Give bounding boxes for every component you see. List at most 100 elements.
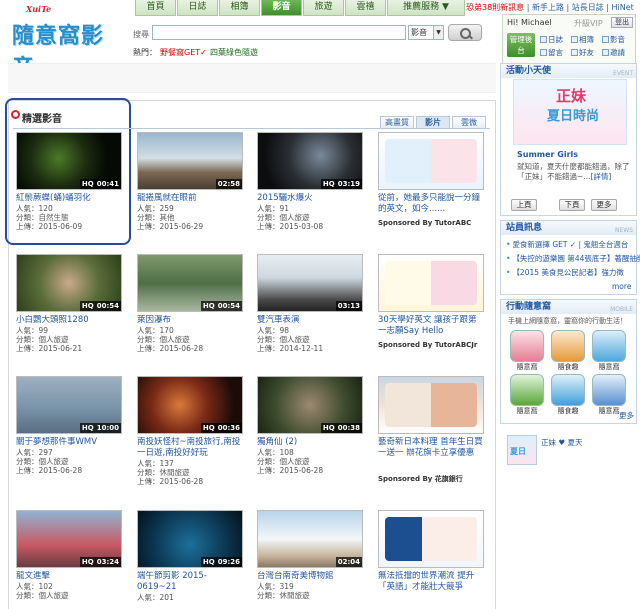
video-title[interactable]: 龍文進擊 (16, 571, 122, 582)
search-scope-value: 影音 (411, 28, 427, 37)
event-details-link[interactable]: [詳情] (590, 172, 611, 181)
video-thumbnail[interactable]: 02:58 (137, 132, 243, 190)
video-title[interactable]: 端午節剪影 2015-0619~21 (137, 571, 243, 593)
sponsored-title[interactable]: 無法抵擋的世界潮流 提升「英語」才能壯大競爭 (378, 571, 484, 593)
app-xuite-icon[interactable] (510, 374, 544, 406)
video-title[interactable]: 小白鸚大頭照1280 (16, 315, 122, 326)
teaser-link[interactable]: 正妹 ♥ 夏天 (541, 437, 583, 448)
video-card[interactable]: HQ 00:36 南投妖怪村~南投旅行,南投一日遊,南投好好玩 人氣：137 分類… (137, 376, 243, 486)
search-button[interactable] (448, 24, 482, 41)
video-card[interactable]: HQ 00:54 萊因瀑布 人氣：170 分類：個人旅遊 上傳：2015-06-2… (137, 254, 243, 353)
video-title[interactable]: 獨角仙 (2) (257, 437, 363, 448)
mobile-more-link[interactable]: 更多 (619, 410, 634, 421)
news-item[interactable]: 【失控的遊樂園 第44張底子】著醒抽獎 (506, 253, 640, 264)
nav-tab-recommended[interactable]: 推薦服務 ▼ (387, 0, 465, 16)
news-item[interactable]: 【2015 美食見公民記者】強力徵 (506, 267, 623, 278)
top-utility-links[interactable]: | 新手上路 | 站長日誌 | HiNet (527, 3, 634, 12)
video-card[interactable]: HQ 03:24 龍文進擊 人氣：102 分類：個人旅遊 (16, 510, 122, 600)
video-card[interactable]: HQ 10:00 關于夢想那件事WMV 人氣：297 分類：個人旅遊 上傳：201… (16, 376, 122, 475)
site-logo[interactable]: XuiTe 隨意窩影音 (12, 4, 122, 81)
quick-link-album[interactable]: 相簿 (571, 34, 594, 45)
quick-link-guestbook[interactable]: 留言 (540, 47, 563, 58)
nav-tab-home[interactable]: 首頁 (135, 0, 176, 16)
nav-tab-video[interactable]: 影音 (261, 0, 302, 16)
video-card[interactable]: HQ 00:41 紅鬃蕨蝶(蛹)蛹羽化 人氣：120 分類：自然生態 上傳：201… (16, 132, 122, 231)
video-thumbnail[interactable]: HQ 03:19 (257, 132, 363, 190)
sponsored-card[interactable]: 從前，她最多只能說一分鐘的英文，如今...... Sponsored By Tu… (378, 132, 484, 227)
video-title[interactable]: 雙汽車表演 (257, 315, 363, 326)
video-thumbnail[interactable]: HQ 00:54 (137, 254, 243, 312)
quick-link-blog[interactable]: 日誌 (540, 34, 563, 45)
video-card[interactable]: HQ 00:54 小白鸚大頭照1280 人氣：99 分類：個人旅遊 上傳：2015… (16, 254, 122, 353)
news-more-link[interactable]: more (612, 282, 631, 291)
nav-tab-cloud[interactable]: 雲禧 (345, 0, 386, 16)
sponsored-thumbnail[interactable] (378, 132, 484, 190)
nav-tab-travel[interactable]: 旅遊 (303, 0, 344, 16)
sponsored-thumbnail[interactable] (378, 510, 484, 568)
app-food-icon[interactable] (551, 374, 585, 406)
more-button[interactable]: 更多 (591, 199, 617, 211)
sponsored-card[interactable]: 藝奇新日本料理 首年生日買一送一 辦花旗卡立享優惠 Sponsored By 花… (378, 376, 484, 484)
video-thumbnail[interactable]: HQ 00:41 (16, 132, 122, 190)
video-title[interactable]: 關于夢想那件事WMV (16, 437, 122, 448)
ad-banner[interactable] (8, 63, 496, 93)
nav-tab-blog[interactable]: 日誌 (177, 0, 218, 16)
app-xuite-icon[interactable] (592, 374, 626, 406)
prev-button[interactable]: 上頁 (511, 199, 537, 211)
search-input[interactable] (152, 25, 406, 40)
video-thumbnail[interactable]: HQ 10:00 (16, 376, 122, 434)
quick-link-friends[interactable]: 好友 (571, 47, 594, 58)
video-thumbnail[interactable]: HQ 00:54 (16, 254, 122, 312)
video-upload-date: 上傳：2015-06-28 (137, 477, 204, 486)
duration: 09:26 (217, 558, 240, 566)
video-card[interactable]: 02:58 龍捲風就在眼前 人氣：259 分類：其他 上傳：2015-06-29 (137, 132, 243, 231)
video-thumbnail[interactable]: HQ 09:26 (137, 510, 243, 568)
hot-link-picnic[interactable]: 野餐窩GET✓ (160, 47, 207, 58)
sponsored-card[interactable]: 無法抵擋的世界潮流 提升「英語」才能壯大競爭 (378, 510, 484, 593)
app-label: 隨食趣 (557, 407, 579, 415)
sponsored-title[interactable]: 藝奇新日本料理 首年生日買一送一 辦花旗卡立享優惠 (378, 437, 484, 470)
video-title[interactable]: 龍捲風就在眼前 (137, 193, 243, 204)
video-thumbnail[interactable]: HQ 00:38 (257, 376, 363, 434)
video-card[interactable]: HQ 00:38 獨角仙 (2) 人氣：108 分類：個人旅遊 上傳：2015-0… (257, 376, 363, 475)
sponsored-title[interactable]: 從前，她最多只能說一分鐘的英文，如今...... (378, 193, 484, 215)
video-thumbnail[interactable]: HQ 00:36 (137, 376, 243, 434)
upgrade-vip-link[interactable]: 升級VIP (574, 18, 603, 29)
tab-video[interactable]: 影片 (416, 116, 450, 128)
video-card[interactable]: HQ 09:26 端午節剪影 2015-0619~21 人氣：201 (137, 510, 243, 602)
video-title[interactable]: 萊因瀑布 (137, 315, 243, 326)
video-title[interactable]: 紅鬃蕨蝶(蛹)蛹羽化 (16, 193, 122, 204)
sponsored-thumbnail[interactable] (378, 376, 484, 434)
app-xuite-icon[interactable] (592, 330, 626, 362)
video-thumbnail[interactable]: 03:13 (257, 254, 363, 312)
tab-cloud[interactable]: 雲微 (452, 116, 486, 128)
sponsored-card[interactable]: 30天學好英文 讓孩子跟第一志願Say Hello Sponsored By T… (378, 254, 484, 349)
video-category: 分類：休閒旅遊 (257, 591, 310, 600)
sponsored-thumbnail[interactable] (378, 254, 484, 312)
quick-link-video[interactable]: 影音 (602, 34, 625, 45)
event-title[interactable]: Summer Girls (517, 150, 578, 159)
new-messages-link[interactable]: 恐弟38則新訊息 (466, 3, 524, 12)
video-title[interactable]: 南投妖怪村~南投旅行,南投一日遊,南投好好玩 (137, 437, 243, 459)
news-item[interactable]: 愛食新選擇 GET ✓ | 鬼翹全台週台 (506, 239, 628, 250)
app-xuite-icon[interactable] (510, 330, 544, 362)
video-thumbnail[interactable]: HQ 03:24 (16, 510, 122, 568)
video-title[interactable]: 2015驪水爆火 (257, 193, 363, 204)
search-scope-select[interactable]: 影音 ▼ (408, 25, 444, 40)
nav-tab-album[interactable]: 相簿 (219, 0, 260, 16)
video-card[interactable]: 03:13 雙汽車表演 人氣：98 分類：個人旅遊 上傳：2014-12-11 (257, 254, 363, 353)
video-upload-date: 上傳：2015-06-28 (257, 466, 324, 475)
quick-link-invite[interactable]: 邀請 (602, 47, 625, 58)
sponsored-title[interactable]: 30天學好英文 讓孩子跟第一志願Say Hello (378, 315, 484, 337)
app-food-icon[interactable] (551, 330, 585, 362)
video-title[interactable]: 台灣台南奇美博物館 (257, 571, 363, 582)
event-banner[interactable]: 正妹 夏日時尚 (513, 79, 627, 145)
video-card[interactable]: HQ 03:19 2015驪水爆火 人氣：91 分類：個人旅遊 上傳：2015-0… (257, 132, 363, 231)
logout-button[interactable]: 登出 (611, 17, 633, 28)
video-thumbnail[interactable]: 02:04 (257, 510, 363, 568)
hot-link-green-travel[interactable]: 四葉綠色隨遊 (210, 47, 258, 58)
manage-dashboard-button[interactable]: 管理後台 (507, 33, 535, 57)
next-button[interactable]: 下頁 (559, 199, 585, 211)
tab-hd[interactable]: 高畫質 (380, 116, 414, 128)
video-card[interactable]: 02:04 台灣台南奇美博物館 人氣：319 分類：休閒旅遊 (257, 510, 363, 600)
